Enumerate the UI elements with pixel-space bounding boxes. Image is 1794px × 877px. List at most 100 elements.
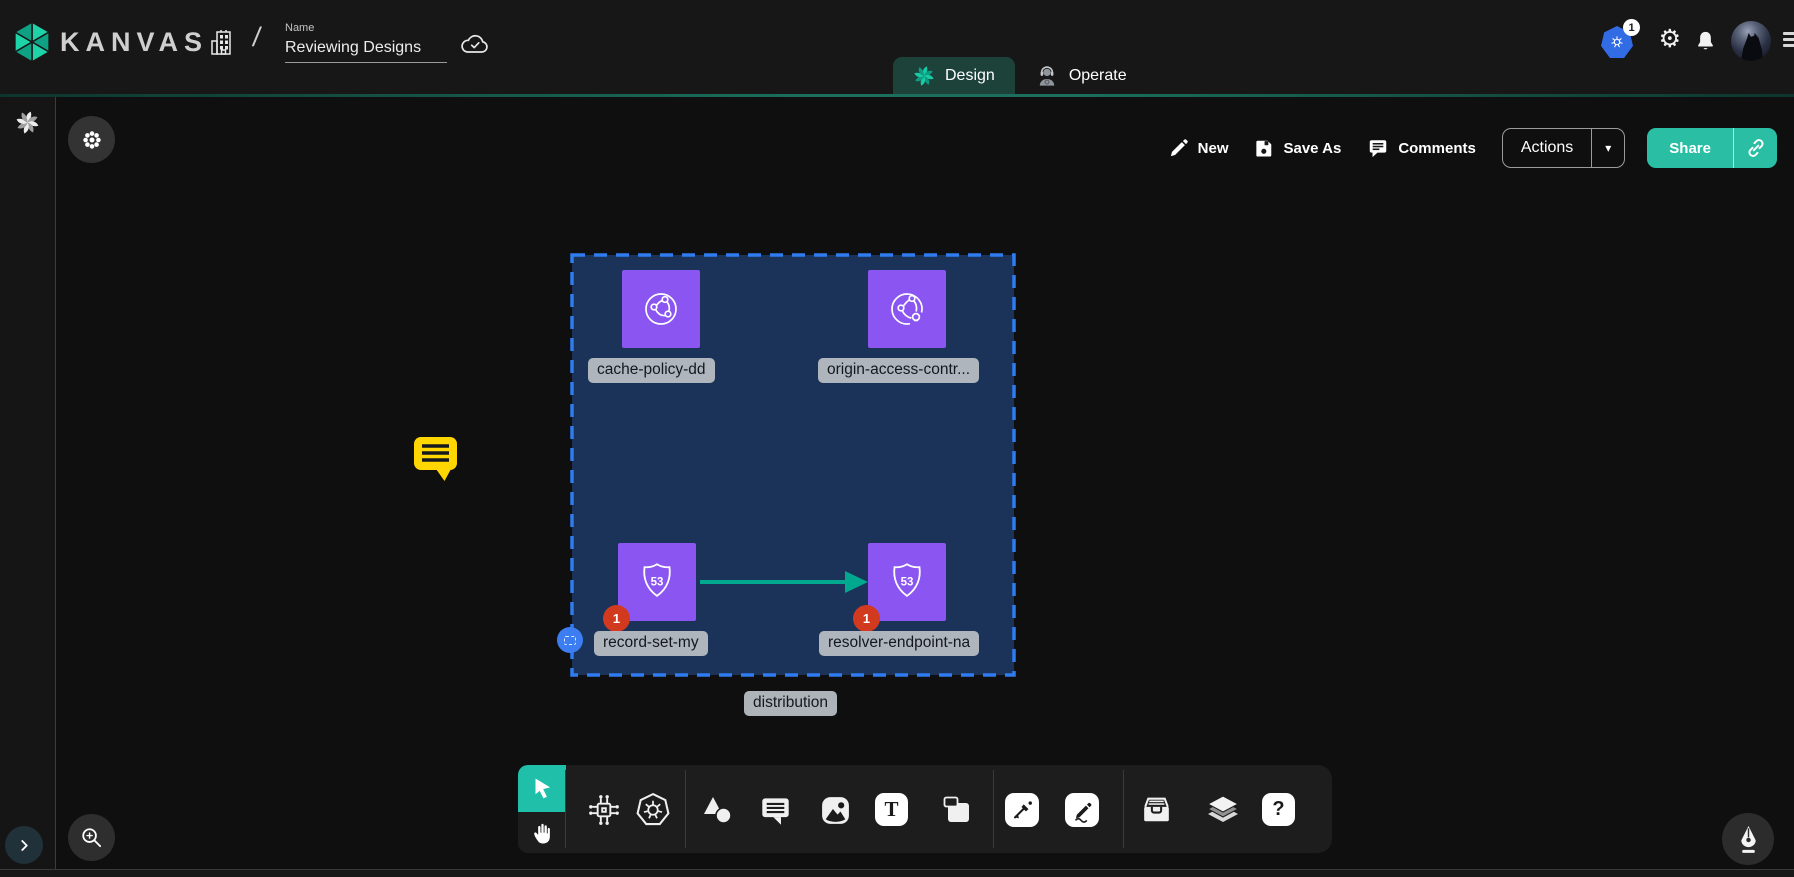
group-selection-anchor[interactable] <box>557 627 583 653</box>
breadcrumb-separator: / <box>251 22 263 53</box>
shapes-icon <box>700 795 734 825</box>
image-icon <box>819 794 852 827</box>
comment-bubble-icon <box>413 436 458 482</box>
header-divider <box>0 94 1794 97</box>
copy-link-button[interactable] <box>1733 128 1777 168</box>
comments-button[interactable]: Comments <box>1367 137 1476 159</box>
more-menu-icon[interactable] <box>1783 32 1794 50</box>
save-as-button-label: Save As <box>1283 140 1341 157</box>
left-sidebar <box>0 97 56 869</box>
design-action-bar: New Save As Comments Actions <box>1168 127 1777 169</box>
tab-design[interactable]: Design <box>893 57 1015 94</box>
canvas-comment-marker[interactable] <box>413 436 458 482</box>
comment-tool-icon <box>759 794 792 827</box>
select-tool-button[interactable] <box>518 765 566 812</box>
route53-shield-icon: 53 <box>634 559 680 605</box>
layers-button[interactable] <box>1201 788 1245 832</box>
circuit-chip-icon <box>585 791 623 829</box>
edge-pen-tool-button[interactable] <box>1005 793 1039 827</box>
drawer-archive-icon <box>1138 794 1175 826</box>
comments-button-label: Comments <box>1398 140 1476 157</box>
node-issue-badge[interactable]: 1 <box>603 605 630 632</box>
save-as-button[interactable]: Save As <box>1254 138 1341 158</box>
pen-path-icon <box>1009 797 1035 823</box>
tab-design-label: Design <box>945 67 995 85</box>
user-avatar[interactable] <box>1731 21 1771 61</box>
sketch-pencil-tool-button[interactable] <box>1065 793 1099 827</box>
pencil-icon <box>1168 138 1189 159</box>
components-tool-button[interactable] <box>582 788 626 832</box>
link-icon <box>1745 137 1767 159</box>
flower-gear-icon <box>81 129 103 151</box>
zoom-in-icon <box>79 825 104 850</box>
image-tool-button[interactable] <box>813 788 857 832</box>
cursor-arrow-icon <box>529 776 555 802</box>
actions-button[interactable]: Actions <box>1503 129 1591 167</box>
help-button[interactable]: ? <box>1262 793 1295 826</box>
design-swirl-icon <box>913 65 935 87</box>
footer-strip <box>0 869 1794 877</box>
new-button[interactable]: New <box>1168 138 1229 159</box>
group-label-distribution[interactable]: distribution <box>744 691 837 716</box>
node-record-set[interactable]: 53 1 <box>618 543 696 621</box>
tab-operate-label: Operate <box>1069 67 1127 85</box>
layers-icon <box>1205 794 1241 826</box>
kubernetes-count-badge: 1 <box>1623 19 1640 36</box>
comment-tool-button[interactable] <box>753 788 797 832</box>
canvas-toolbar: T <box>518 765 1332 853</box>
design-name-input[interactable] <box>285 37 447 63</box>
frame-tool-button[interactable] <box>935 788 979 832</box>
node-label-resolver-endpoint[interactable]: resolver-endpoint-na <box>819 631 979 656</box>
notifications-bell-icon[interactable] <box>1694 29 1717 58</box>
node-origin-access-control[interactable] <box>868 270 946 348</box>
edge-record-set-to-resolver[interactable] <box>698 568 870 596</box>
kubernetes-context-button[interactable]: 1 <box>1601 26 1633 58</box>
sidebar-swirl-icon[interactable] <box>15 110 40 140</box>
operate-person-icon <box>1035 64 1059 88</box>
kanvas-app: KANVAS / Name <box>0 0 1794 877</box>
kubernetes-tool-button[interactable] <box>631 788 675 832</box>
node-cache-policy[interactable] <box>622 270 700 348</box>
new-button-label: New <box>1198 140 1229 157</box>
canvas-config-button[interactable] <box>68 116 115 163</box>
kanvas-logo[interactable]: KANVAS <box>13 21 208 63</box>
shapes-tool-button[interactable] <box>695 788 739 832</box>
designs-drawer-button[interactable] <box>1134 788 1178 832</box>
node-label-origin-access-control[interactable]: origin-access-contr... <box>818 358 979 383</box>
settings-gear-icon[interactable]: ⚙ <box>1659 27 1681 52</box>
pen-nib-icon <box>1735 824 1762 855</box>
pen-mode-button[interactable] <box>1722 813 1774 865</box>
zoom-in-button[interactable] <box>68 814 115 861</box>
tab-operate[interactable]: Operate <box>1015 57 1147 94</box>
actions-split-button: Actions ▾ <box>1502 128 1625 168</box>
pan-tool-button[interactable] <box>518 812 566 853</box>
share-button[interactable]: Share <box>1647 128 1733 168</box>
design-name-label: Name <box>285 22 447 34</box>
cloudfront-globe-alt-icon <box>883 285 931 333</box>
help-icon: ? <box>1272 798 1284 821</box>
brand-name: KANVAS <box>60 27 208 58</box>
actions-dropdown-caret[interactable]: ▾ <box>1591 129 1624 167</box>
node-label-record-set[interactable]: record-set-my <box>594 631 708 656</box>
pencil-scribble-icon <box>1069 797 1095 823</box>
node-resolver-endpoint[interactable]: 53 1 <box>868 543 946 621</box>
hand-icon <box>530 820 555 846</box>
text-tool-button[interactable]: T <box>875 793 908 826</box>
kubernetes-wheel-icon <box>634 791 672 830</box>
node-label-cache-policy[interactable]: cache-policy-dd <box>588 358 715 383</box>
route53-shield-icon: 53 <box>884 559 930 605</box>
chevron-right-icon <box>17 838 32 853</box>
cloudfront-globe-icon <box>637 285 685 333</box>
organization-icon[interactable] <box>208 28 238 63</box>
node-issue-badge[interactable]: 1 <box>853 605 880 632</box>
cloud-saved-icon <box>459 32 491 62</box>
mode-tabs: Design Operate <box>893 57 1147 94</box>
app-header: KANVAS / Name <box>0 0 1794 94</box>
text-tool-icon: T <box>884 797 898 822</box>
save-icon <box>1254 138 1274 158</box>
sidebar-expand-button[interactable] <box>5 826 43 864</box>
frame-panel-icon <box>940 793 974 827</box>
kanvas-hexagon-icon <box>13 21 51 63</box>
comments-icon <box>1367 137 1389 159</box>
design-name-field: Name <box>285 22 447 63</box>
